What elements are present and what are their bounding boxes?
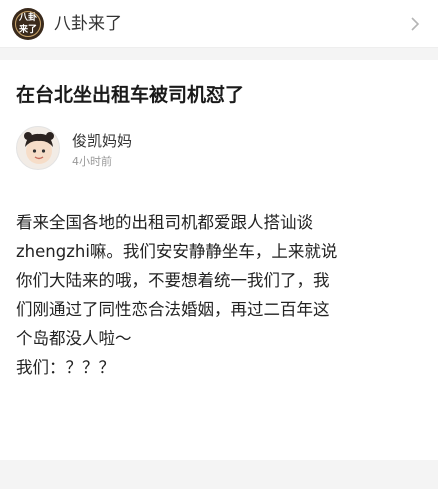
post-title[interactable]: 在台北坐出租车被司机怼了 <box>16 82 244 108</box>
post-body-line: zhengzhi嘛。我们安安静静坐车，上来就说 <box>16 242 338 261</box>
avatar-ring <box>15 11 41 37</box>
post-body-line: 们刚通过了同性恋合法婚姻，再过二百年这 <box>16 300 330 319</box>
channel-name[interactable]: 八卦来了 <box>54 13 122 35</box>
author-name[interactable]: 俊凯妈妈 <box>72 131 132 151</box>
post-time: 4小时前 <box>72 155 112 168</box>
post-body: 看来全国各地的出租司机都爱跟人搭讪谈 zhengzhi嘛。我们安安静静坐车，上来… <box>16 208 426 382</box>
bottom-divider <box>0 460 438 489</box>
chevron-right-icon[interactable] <box>406 15 424 33</box>
channel-header[interactable]: 八卦来了 八卦来了 <box>0 0 438 48</box>
author-avatar[interactable] <box>16 126 60 170</box>
channel-avatar[interactable]: 八卦来了 <box>12 8 44 40</box>
section-divider <box>0 48 438 60</box>
post-body-line: 个岛都没人啦～ <box>16 329 132 348</box>
user-avatar-icon <box>24 132 54 164</box>
post-body-line: 看来全国各地的出租司机都爱跟人搭讪谈 <box>16 213 313 232</box>
post-body-line: 我们：？？？ <box>16 358 115 377</box>
post-body-line: 你们大陆来的哦，不要想着统一我们了，我 <box>16 271 330 290</box>
